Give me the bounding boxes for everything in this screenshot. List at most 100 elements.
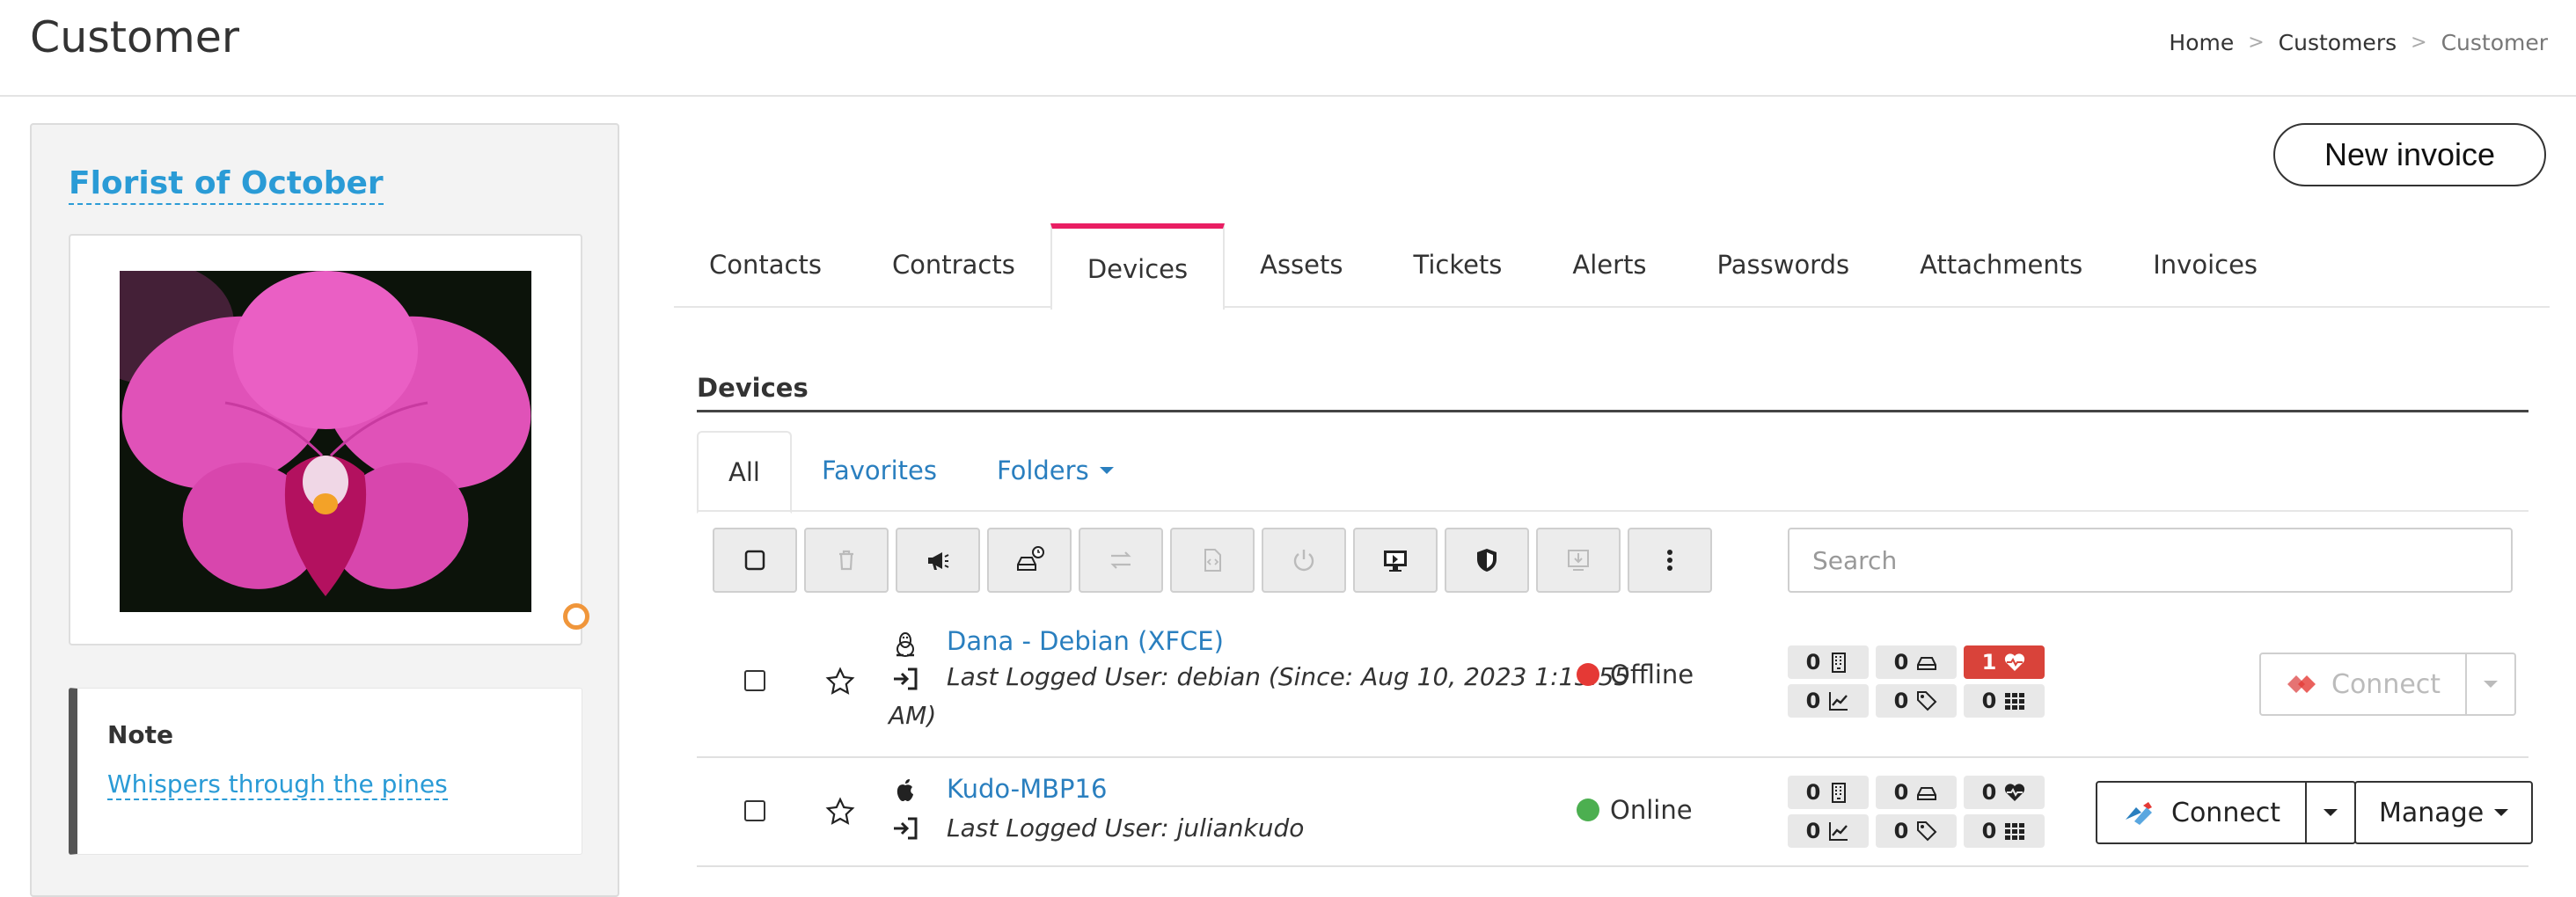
devices-filter-tabs: All Favorites Folders — [697, 431, 2528, 514]
breadcrumb-separator: > — [2411, 32, 2427, 54]
connect-dropdown-button[interactable] — [2467, 653, 2517, 716]
breadcrumb-current: Customer — [2441, 30, 2548, 55]
breadcrumb-home[interactable]: Home — [2169, 30, 2234, 55]
connect-button[interactable]: Connect — [2259, 653, 2468, 716]
remote-screen-button[interactable] — [1353, 528, 1438, 593]
building-icon — [1832, 783, 1847, 803]
heartbeat-icon — [2005, 653, 2025, 671]
badge-backups[interactable]: 0 — [1876, 645, 1957, 679]
badge-count: 0 — [1805, 819, 1821, 843]
badge-performance[interactable]: 0 — [1788, 684, 1869, 718]
chart-line-icon — [1829, 822, 1848, 841]
device-search-input[interactable] — [1788, 528, 2513, 593]
subtab-folders-label: Folders — [996, 456, 1089, 485]
subtab-folders[interactable]: Folders — [967, 431, 1144, 510]
badge-tickets[interactable]: 0 — [1788, 645, 1869, 679]
tab-alerts[interactable]: Alerts — [1537, 223, 1681, 306]
badge-apps[interactable]: 0 — [1964, 814, 2045, 848]
last-logged-user: Last Logged User: debian (Since: Aug 10,… — [947, 662, 1630, 691]
connect-label: Connect — [2171, 797, 2281, 828]
device-status-label: Offline — [1610, 660, 1694, 689]
transfer-icon — [1110, 551, 1131, 569]
grid-icon — [2005, 693, 2025, 710]
breadcrumb-customers[interactable]: Customers — [2279, 30, 2397, 55]
devices-toolbar — [713, 528, 1712, 593]
install-button[interactable] — [1536, 528, 1621, 593]
badge-health[interactable]: 0 — [1964, 776, 2045, 809]
customer-photo-frame — [69, 234, 589, 645]
subtab-favorites[interactable]: Favorites — [792, 431, 967, 510]
table-row: Dana - Debian (XFCE) Last Logged User: d… — [697, 610, 2528, 758]
more-options-button[interactable] — [1628, 528, 1712, 593]
security-button[interactable] — [1445, 528, 1529, 593]
new-invoice-button[interactable]: New invoice — [2273, 123, 2546, 186]
row-checkbox[interactable] — [744, 670, 765, 691]
transfer-button[interactable] — [1079, 528, 1163, 593]
tab-contracts[interactable]: Contracts — [857, 223, 1050, 306]
note-text[interactable]: Whispers through the pines — [107, 769, 448, 800]
megaphone-icon — [928, 552, 949, 570]
device-name-link[interactable]: Dana - Debian (XFCE) — [947, 626, 1224, 656]
apple-icon — [896, 779, 913, 801]
badge-health[interactable]: 1 — [1964, 645, 2045, 679]
customer-name[interactable]: Florist of October — [69, 165, 384, 205]
script-icon — [1204, 549, 1221, 572]
badge-apps[interactable]: 0 — [1964, 684, 2045, 718]
chevron-down-icon — [2324, 809, 2338, 816]
power-button[interactable] — [1262, 528, 1346, 593]
connect-button[interactable]: Connect — [2096, 781, 2308, 844]
table-row: Kudo-MBP16 Last Logged User: juliankudo … — [697, 758, 2534, 867]
shield-icon — [1477, 549, 1497, 572]
badge-count: 0 — [1893, 650, 1909, 675]
run-script-button[interactable] — [1170, 528, 1255, 593]
row-checkbox[interactable] — [744, 800, 765, 821]
manage-dropdown-button[interactable]: Manage — [2354, 781, 2534, 844]
trash-icon — [839, 550, 853, 571]
badge-count: 0 — [1893, 819, 1909, 843]
page-title: Customer — [30, 12, 240, 62]
tab-contacts[interactable]: Contacts — [674, 223, 857, 306]
splashtop-icon — [2287, 675, 2316, 693]
tab-tickets[interactable]: Tickets — [1379, 223, 1538, 306]
star-icon[interactable] — [825, 797, 855, 827]
badge-backups[interactable]: 0 — [1876, 776, 1957, 809]
tab-devices[interactable]: Devices — [1050, 223, 1226, 310]
tab-passwords[interactable]: Passwords — [1682, 223, 1885, 306]
tab-assets[interactable]: Assets — [1225, 223, 1378, 306]
device-name-link[interactable]: Kudo-MBP16 — [947, 774, 1107, 804]
tag-icon — [1917, 821, 1937, 842]
tab-attachments[interactable]: Attachments — [1884, 223, 2118, 306]
status-indicator-icon — [563, 603, 589, 630]
customer-panel: Florist of October Note Whispers through… — [30, 123, 619, 897]
offline-dot-icon — [1577, 663, 1599, 686]
tab-invoices[interactable]: Invoices — [2118, 223, 2293, 306]
badge-count: 0 — [1805, 780, 1821, 805]
badge-tags[interactable]: 0 — [1876, 684, 1957, 718]
badge-count: 0 — [1893, 780, 1909, 805]
badge-tickets[interactable]: 0 — [1788, 776, 1869, 809]
announce-button[interactable] — [896, 528, 980, 593]
badge-count: 0 — [1981, 819, 1997, 843]
badge-count: 0 — [1805, 689, 1821, 713]
connect-dropdown-button[interactable] — [2307, 781, 2357, 844]
orchid-image — [120, 271, 531, 612]
customer-photo[interactable] — [120, 271, 531, 612]
badge-performance[interactable]: 0 — [1788, 814, 1869, 848]
connect-split-button: Connect — [2096, 781, 2357, 844]
delete-button[interactable] — [804, 528, 889, 593]
badge-tags[interactable]: 0 — [1876, 814, 1957, 848]
badge-count: 1 — [1981, 650, 1997, 675]
power-icon — [1293, 550, 1314, 572]
subtab-all[interactable]: All — [697, 431, 792, 514]
building-icon — [1832, 653, 1847, 673]
online-dot-icon — [1577, 799, 1599, 821]
last-logged-user: Last Logged User: juliankudo — [947, 813, 1305, 842]
star-icon[interactable] — [825, 667, 855, 696]
monitor-icon — [1384, 551, 1407, 572]
checkbox-icon — [744, 550, 765, 571]
connect-split-button: Connect — [2259, 653, 2517, 716]
scheduled-backup-button[interactable] — [987, 528, 1072, 593]
badge-count: 0 — [1893, 689, 1909, 713]
drive-icon — [1917, 657, 1937, 670]
select-all-button[interactable] — [713, 528, 797, 593]
